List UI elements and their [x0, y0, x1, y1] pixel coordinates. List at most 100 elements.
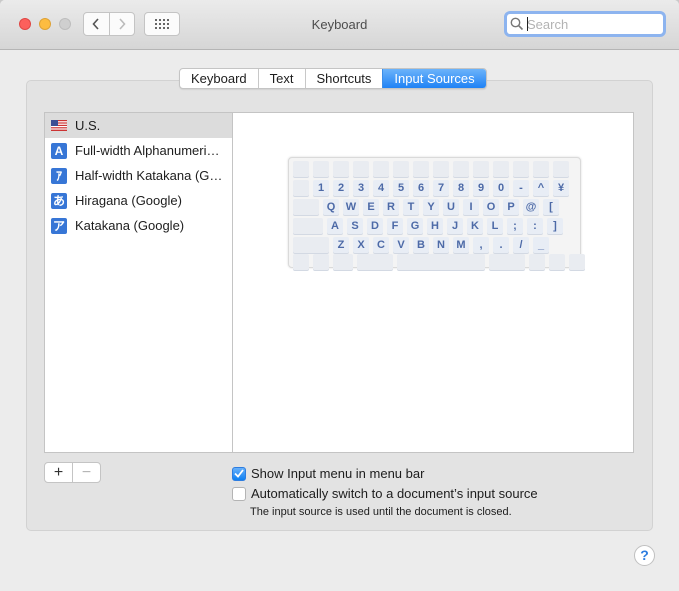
- key: 8: [453, 180, 469, 196]
- key: [393, 161, 409, 177]
- tab-input-sources[interactable]: Input Sources: [382, 69, 486, 88]
- help-button[interactable]: ?: [634, 545, 655, 566]
- key: 2: [333, 180, 349, 196]
- source-label: Half-width Katakana (G…: [75, 168, 223, 183]
- keyboard-layout-preview: 1 2 3 4 5 6 7 8 9 0- ^ ¥ Q W E R T Y U I O P @[ A S D F G H J K L;:] …: [288, 157, 585, 270]
- key: H: [427, 218, 443, 234]
- key: /: [513, 237, 529, 253]
- key: [553, 161, 569, 177]
- key: [453, 161, 469, 177]
- key: ^: [533, 180, 549, 196]
- source-item-halfwidth-katakana[interactable]: ｱ Half-width Katakana (G…: [45, 163, 232, 188]
- tab-text[interactable]: Text: [257, 69, 305, 88]
- hiragana-icon: あ: [51, 192, 67, 209]
- key: [473, 161, 489, 177]
- key: [293, 161, 309, 177]
- key: G: [407, 218, 423, 234]
- key: 6: [413, 180, 429, 196]
- key: U: [443, 199, 459, 215]
- key: B: [413, 237, 429, 253]
- source-label: Katakana (Google): [75, 218, 185, 233]
- add-source-button[interactable]: +: [45, 463, 72, 482]
- key: @: [523, 199, 539, 215]
- key: [569, 254, 585, 270]
- key: O: [483, 199, 499, 215]
- key: ]: [547, 218, 563, 234]
- search-input[interactable]: [527, 15, 657, 33]
- key: 3: [353, 180, 369, 196]
- show-input-menu-label: Show Input menu in menu bar: [251, 466, 425, 481]
- key: Q: [323, 199, 339, 215]
- keyboard-row-bottom: Z X C V B N M,. / _: [293, 237, 553, 253]
- remove-source-button[interactable]: −: [72, 463, 100, 482]
- key: T: [403, 199, 419, 215]
- key: ¥: [553, 180, 569, 196]
- add-remove-group: + −: [44, 462, 101, 483]
- key: [353, 161, 369, 177]
- source-item-katakana[interactable]: ア Katakana (Google): [45, 213, 232, 238]
- halfwidth-katakana-icon: ｱ: [51, 167, 67, 184]
- key: [493, 161, 509, 177]
- key: Y: [423, 199, 439, 215]
- key: [293, 199, 319, 215]
- key: [413, 161, 429, 177]
- key: [549, 254, 565, 270]
- key: K: [467, 218, 483, 234]
- key: [293, 180, 309, 196]
- search-field[interactable]: [504, 11, 666, 37]
- tab-bar: Keyboard Text Shortcuts Input Sources: [179, 68, 487, 89]
- key: [293, 218, 323, 234]
- key: ,: [473, 237, 489, 253]
- source-label: Full-width Alphanumeri…: [75, 143, 220, 158]
- key: [333, 254, 353, 270]
- auto-switch-option[interactable]: Automatically switch to a document’s inp…: [232, 486, 538, 501]
- key: W: [343, 199, 359, 215]
- key: M: [453, 237, 469, 253]
- tab-shortcuts[interactable]: Shortcuts: [304, 69, 383, 88]
- key: P: [503, 199, 519, 215]
- key: 4: [373, 180, 389, 196]
- key: .: [493, 237, 509, 253]
- titlebar: Keyboard: [0, 0, 679, 50]
- key: :: [527, 218, 543, 234]
- key: N: [433, 237, 449, 253]
- key: [529, 254, 545, 270]
- text-caret: [527, 17, 528, 31]
- key: C: [373, 237, 389, 253]
- katakana-icon: ア: [51, 217, 67, 234]
- show-input-menu-option[interactable]: Show Input menu in menu bar: [232, 466, 424, 481]
- key: [: [543, 199, 559, 215]
- auto-switch-note: The input source is used until the docum…: [250, 506, 512, 518]
- keyboard-preferences-window: Keyboard Keyboard Text Shortcuts Input S…: [0, 0, 679, 591]
- key: [513, 161, 529, 177]
- key: F: [387, 218, 403, 234]
- key: 7: [433, 180, 449, 196]
- key: V: [393, 237, 409, 253]
- key: ;: [507, 218, 523, 234]
- key: [313, 254, 329, 270]
- key: A: [327, 218, 343, 234]
- tab-keyboard[interactable]: Keyboard: [180, 69, 258, 88]
- key: E: [363, 199, 379, 215]
- input-source-list[interactable]: U.S. A Full-width Alphanumeri… ｱ Half-wi…: [44, 112, 233, 453]
- show-input-menu-checkbox[interactable]: [232, 466, 246, 481]
- auto-switch-checkbox[interactable]: [232, 486, 246, 501]
- search-icon: [510, 17, 524, 31]
- source-label: U.S.: [75, 118, 101, 133]
- key: X: [353, 237, 369, 253]
- key: [313, 161, 329, 177]
- checkmark-icon: [234, 469, 244, 478]
- source-item-fullwidth-alphanumeric[interactable]: A Full-width Alphanumeri…: [45, 138, 232, 163]
- key: D: [367, 218, 383, 234]
- key: L: [487, 218, 503, 234]
- key: 9: [473, 180, 489, 196]
- key: _: [533, 237, 549, 253]
- keyboard-preview-pane: 1 2 3 4 5 6 7 8 9 0- ^ ¥ Q W E R T Y U I O P @[ A S D F G H J K L;:] …: [232, 112, 634, 453]
- source-item-us[interactable]: U.S.: [45, 113, 232, 138]
- key: [333, 161, 349, 177]
- key: 1: [313, 180, 329, 196]
- key: S: [347, 218, 363, 234]
- keyboard-row-home: A S D F G H J K L;:]: [293, 218, 567, 234]
- keyboard-row-top: Q W E R T Y U I O P @[: [293, 199, 563, 215]
- source-item-hiragana[interactable]: あ Hiragana (Google): [45, 188, 232, 213]
